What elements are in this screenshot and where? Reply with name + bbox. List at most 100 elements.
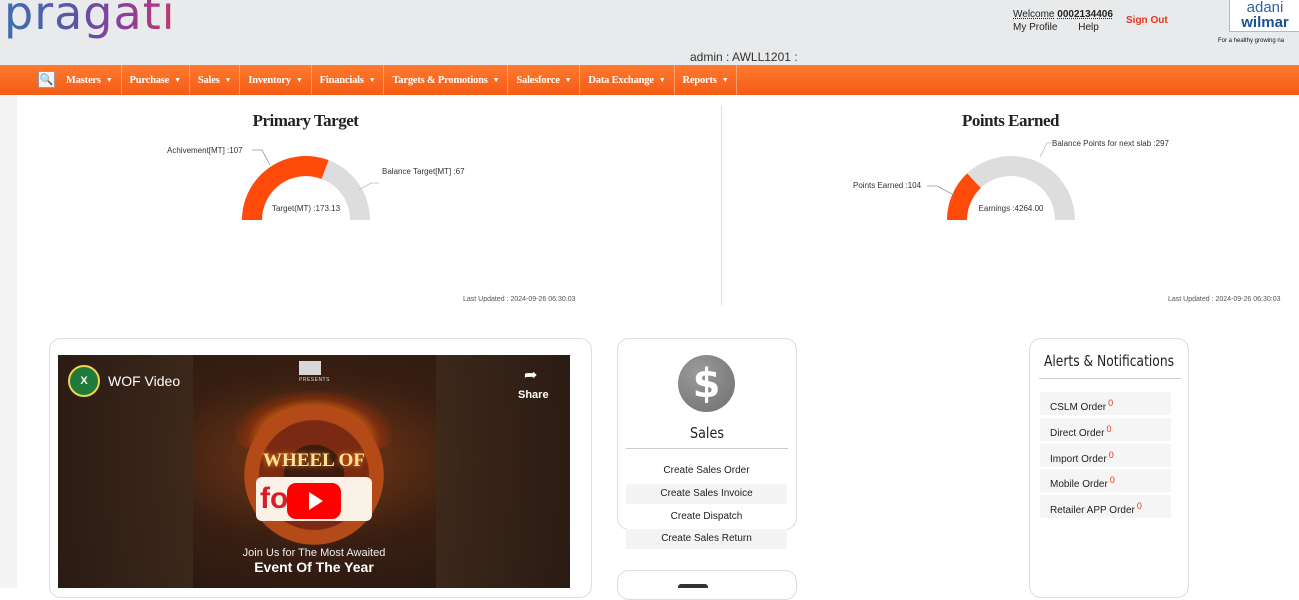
points-leader-line: [927, 185, 955, 196]
alerts-card: [1029, 338, 1189, 598]
alert-retailer-app-order[interactable]: Retailer APP Order 0: [1040, 495, 1171, 518]
caret-down-icon: ▼: [492, 76, 500, 84]
alert-count: 0: [1108, 398, 1114, 408]
caret-down-icon: ▼: [174, 76, 181, 84]
alert-cslm-order[interactable]: CSLM Order 0: [1040, 392, 1171, 415]
points-earned-label: Points Earned :104: [853, 181, 922, 190]
caret-down-icon: ▼: [295, 76, 303, 84]
nav-financials[interactable]: Financials ▼: [312, 65, 385, 95]
alert-direct-order[interactable]: Direct Order 0: [1040, 418, 1171, 441]
create-sales-order-link[interactable]: Create Sales Order: [626, 461, 787, 481]
caret-down-icon: ▼: [224, 76, 232, 84]
divider: [1039, 378, 1181, 379]
earnings-center-label: Earnings :4264.00: [979, 204, 1044, 213]
nav-menu: Masters ▼ Purchase ▼ Sales ▼ Inventory ▼ Fin…: [58, 65, 738, 95]
nav-purchase[interactable]: Purchase ▼: [122, 65, 190, 95]
sales-title: Sales: [690, 424, 724, 442]
nav-salesforce[interactable]: Salesforce ▼: [508, 65, 581, 95]
last-updated-points: Last Updated : 2024-09-26 06:30:03: [1168, 296, 1281, 303]
create-dispatch-link[interactable]: Create Dispatch: [626, 507, 787, 527]
alerts-title: Alerts & Notifications: [1043, 352, 1175, 370]
achievement-leader-line: [252, 149, 271, 166]
balance-points-label: Balance Points for next slab :297: [1052, 139, 1170, 148]
play-button[interactable]: [287, 483, 341, 519]
alert-import-order[interactable]: Import Order 0: [1040, 444, 1171, 467]
brand-line1: adani: [1246, 0, 1284, 16]
nav-reports-label: Reports: [682, 74, 717, 86]
my-profile-link[interactable]: My Profile: [1013, 22, 1057, 33]
nav-data-exchange-label: Data Exchange: [588, 74, 654, 86]
alert-label: Mobile Order: [1050, 479, 1108, 490]
alert-count: 0: [1108, 450, 1114, 460]
balance-leader-line: [358, 182, 379, 191]
nav-targets-promotions[interactable]: Targets & Promotions ▼: [384, 65, 509, 95]
channel-avatar[interactable]: X: [68, 365, 100, 397]
target-center-label: Target(MT) :173.13: [272, 204, 341, 213]
sign-out-link[interactable]: Sign Out: [1126, 15, 1168, 26]
points-earned-gauge: Points Earned :104 Balance Points for ne…: [853, 139, 1170, 220]
search-icon[interactable]: 🔍: [38, 71, 55, 88]
primary-target-gauge: Achivement[MT] :107 Balance Target[MT] :…: [167, 146, 465, 220]
nav-inventory[interactable]: Inventory ▼: [240, 65, 312, 95]
balance-target-label: Balance Target[MT] :67: [382, 167, 465, 176]
thumbnail-brand-logo: [299, 361, 321, 375]
share-icon[interactable]: ➦: [524, 365, 537, 385]
caret-down-icon: ▼: [721, 76, 729, 84]
last-updated-primary: Last Updated : 2024-09-26 06:30:03: [463, 296, 576, 303]
user-id: 0002134406: [1057, 9, 1113, 20]
caret-down-icon: ▼: [368, 76, 376, 84]
nav-financials-label: Financials: [319, 74, 364, 86]
share-button[interactable]: Share: [518, 389, 549, 401]
caret-down-icon: ▼: [105, 76, 113, 84]
alert-count: 0: [1106, 424, 1112, 434]
pragati-logo[interactable]: pragati: [4, 0, 176, 40]
points-earned-panel: Points Earned Points Earned :104 Balance…: [721, 105, 1299, 305]
left-strip: [0, 95, 17, 588]
help-link[interactable]: Help: [1078, 22, 1099, 33]
alert-label: Import Order: [1050, 454, 1107, 465]
nav-masters[interactable]: Masters ▼: [58, 65, 122, 95]
nav-sales[interactable]: Sales ▼: [190, 65, 241, 95]
create-sales-invoice-link[interactable]: Create Sales Invoice: [626, 484, 787, 504]
nav-salesforce-label: Salesforce: [516, 74, 560, 86]
nav-sales-label: Sales: [197, 74, 220, 86]
welcome-text: Welcome 0002134406: [1013, 9, 1113, 21]
divider: [626, 448, 788, 449]
header-links: My Profile Help: [1013, 22, 1117, 33]
brand-tagline: For a healthy growing na: [1218, 38, 1285, 44]
nav-data-exchange[interactable]: Data Exchange ▼: [580, 65, 675, 95]
nav-reports[interactable]: Reports ▼: [675, 65, 738, 95]
panel-extension: [594, 105, 721, 295]
caret-down-icon: ▼: [564, 76, 572, 84]
welcome-label: Welcome: [1013, 9, 1055, 20]
module-icon: [678, 584, 708, 588]
create-sales-return-link[interactable]: Create Sales Return: [626, 529, 787, 549]
achievement-label: Achivement[MT] :107: [167, 146, 243, 155]
thumbnail-wheel-text: WHEEL OF: [263, 450, 365, 471]
caret-down-icon: ▼: [658, 76, 666, 84]
thumbnail-event-text: Event Of The Year: [254, 559, 374, 575]
alert-label: CSLM Order: [1050, 402, 1107, 413]
primary-target-panel: Primary Target Achivement[MT] :107 Balan…: [17, 105, 594, 305]
alert-count: 0: [1109, 475, 1115, 485]
thumbnail-join-text: Join Us for The Most Awaited: [242, 547, 386, 559]
alert-count: 0: [1136, 501, 1142, 511]
dollar-icon: $: [678, 355, 735, 412]
nav-inventory-label: Inventory: [248, 74, 291, 86]
thumbnail-presents: PRESENTS: [299, 377, 330, 383]
alert-label: Direct Order: [1050, 428, 1105, 439]
nav-targets-label: Targets & Promotions: [392, 74, 488, 86]
play-icon: [308, 492, 323, 510]
adani-wilmar-logo: adani wilmar: [1229, 0, 1299, 32]
admin-info: admin : AWLL1201 :: [690, 50, 798, 64]
balance-points-leader-line: [1039, 142, 1052, 158]
brand-line2: wilmar: [1241, 14, 1289, 31]
alert-label: Retailer APP Order: [1050, 505, 1135, 516]
video-title[interactable]: WOF Video: [108, 373, 180, 389]
video-player[interactable]: PRESENTS WHEEL OF fo Join Us for The Mos…: [58, 355, 570, 588]
nav-purchase-label: Purchase: [129, 74, 170, 86]
thumbnail-wheel: [244, 405, 384, 545]
alert-mobile-order[interactable]: Mobile Order 0: [1040, 469, 1171, 492]
nav-masters-label: Masters: [66, 74, 101, 86]
header: pragati Welcome 0002134406 My Profile He…: [0, 0, 1299, 65]
